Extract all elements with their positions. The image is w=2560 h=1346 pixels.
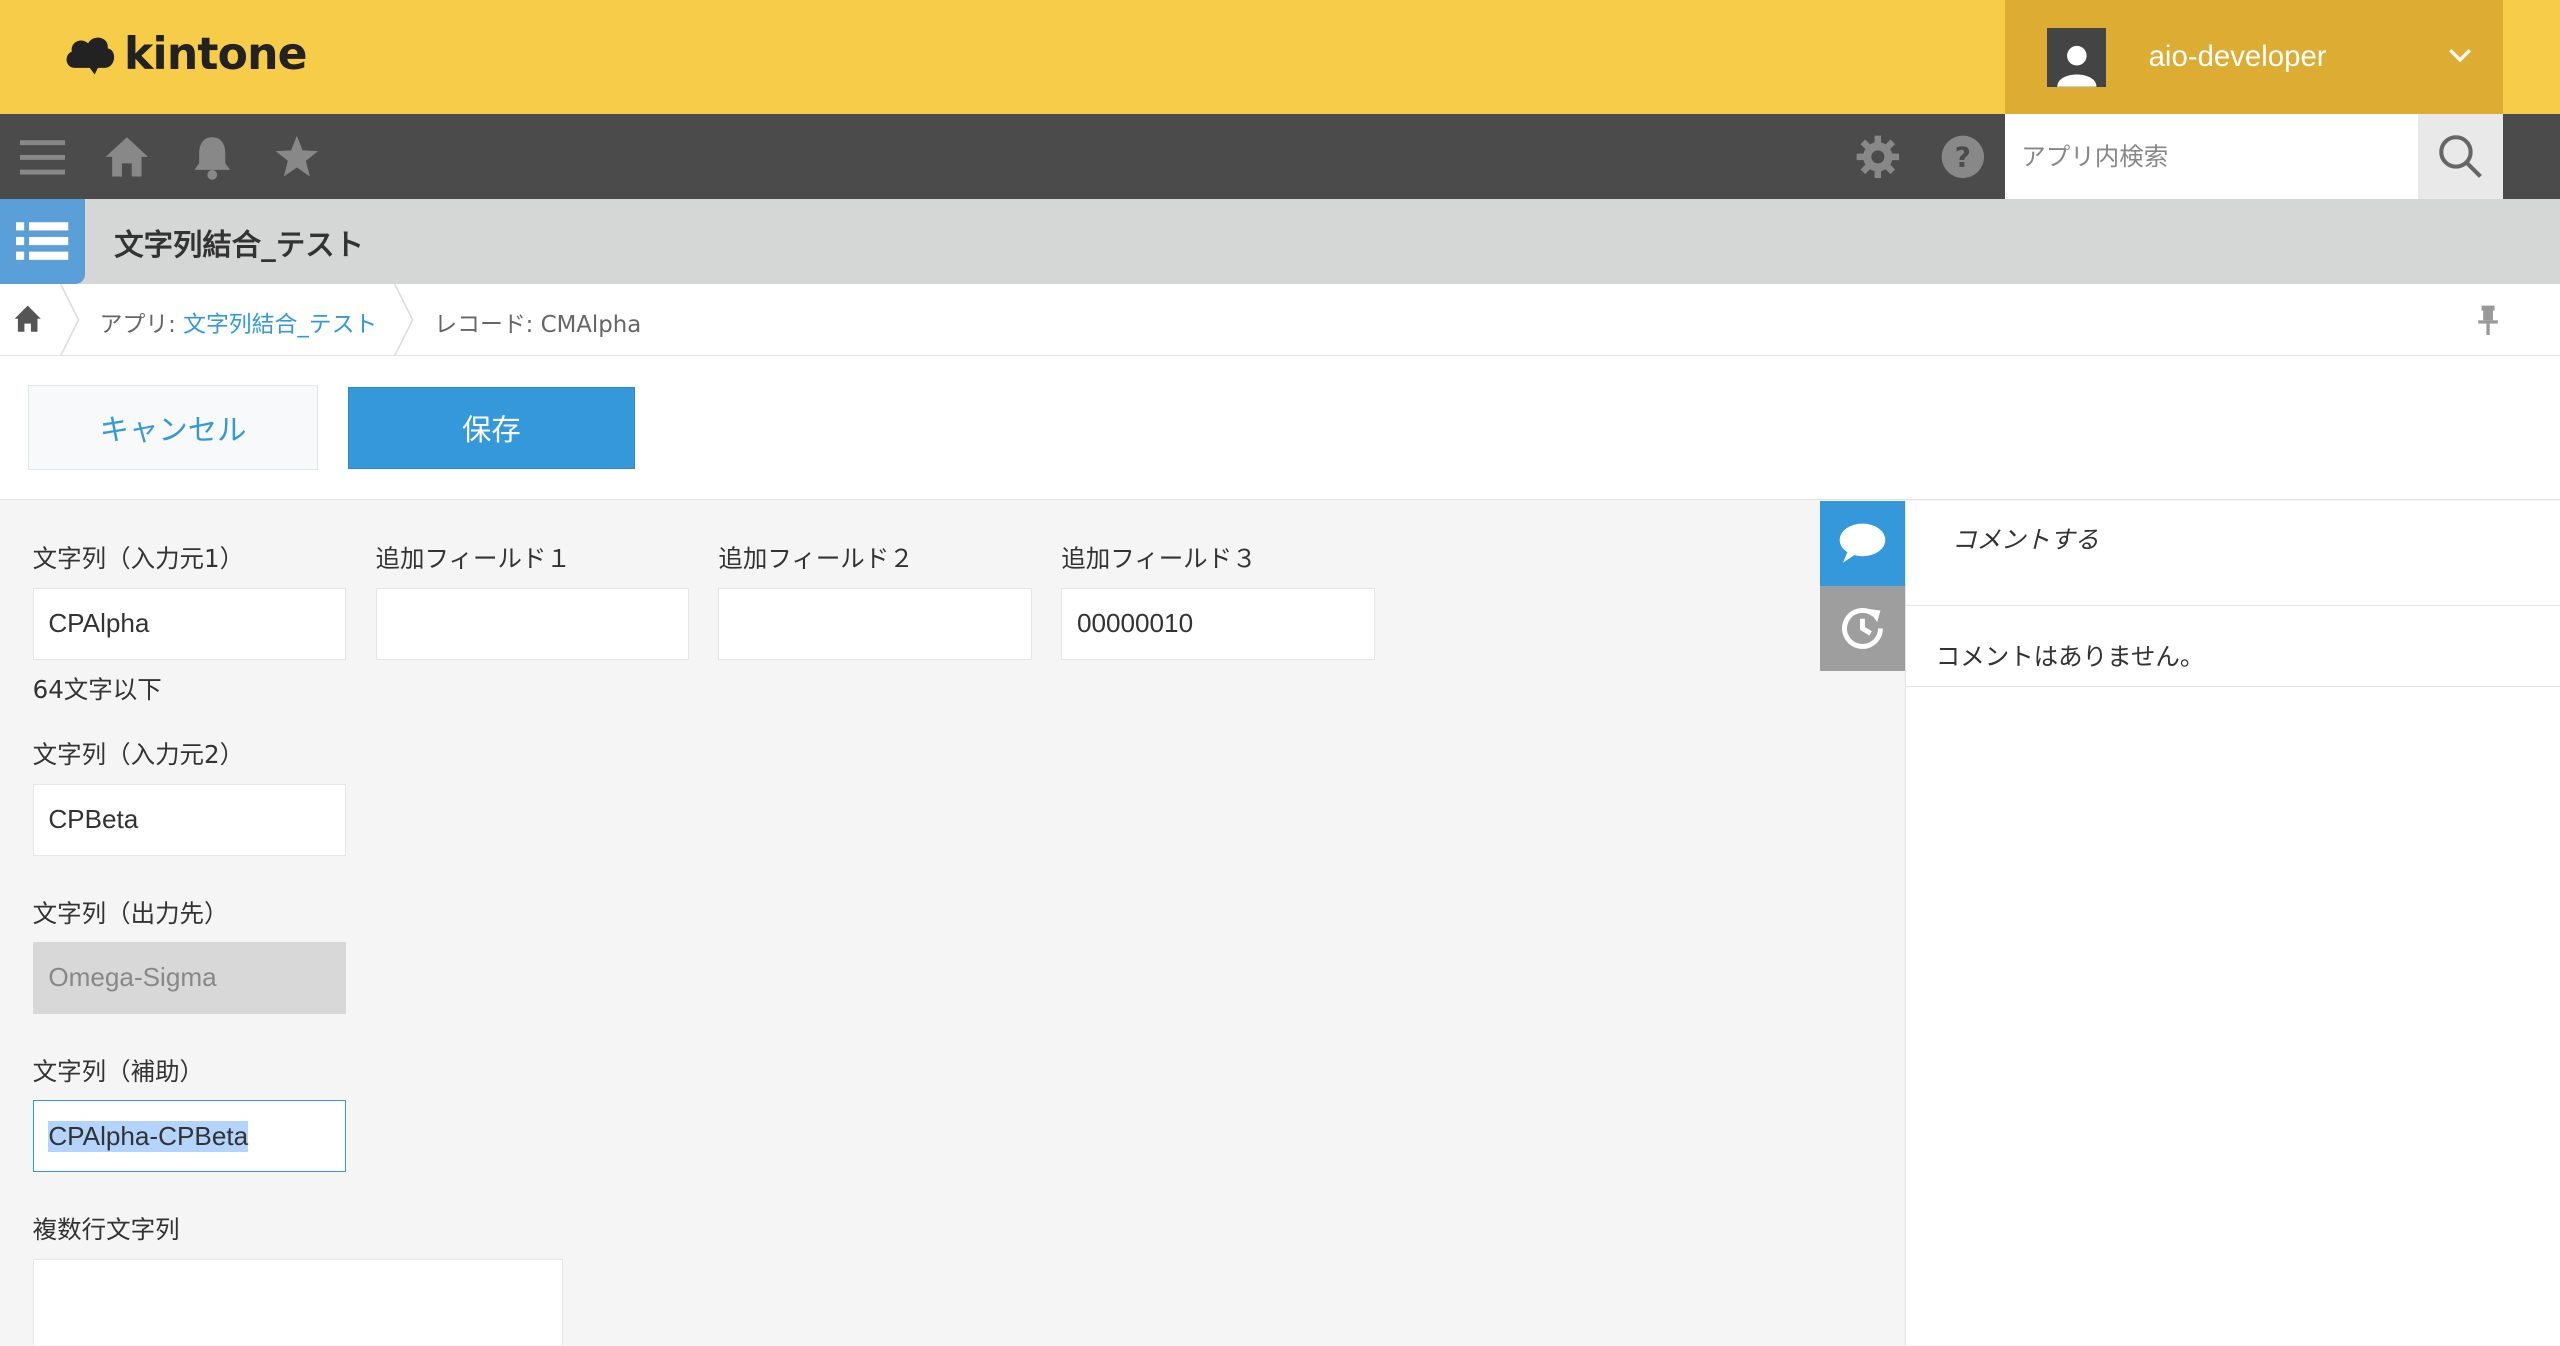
record-form: 文字列（入力元1） 64文字以下 追加フィールド１ 追加フィールド２ 追加フィー…	[0, 501, 1821, 1346]
search-button[interactable]	[2418, 114, 2503, 200]
star-icon[interactable]	[271, 131, 323, 183]
multiline-field[interactable]	[32, 1258, 564, 1346]
helper-field[interactable]: CPAlpha-CPBeta	[32, 1100, 347, 1173]
breadcrumb: アプリ: 文字列結合_テスト レコード: CMAlpha	[0, 284, 2560, 356]
save-button[interactable]: 保存	[347, 386, 636, 469]
field-label-extra3: 追加フィールド３	[1061, 544, 1257, 574]
home-icon[interactable]	[101, 131, 153, 183]
divider	[1906, 685, 2560, 688]
logo-text: kintone	[124, 29, 308, 81]
history-icon	[1842, 608, 1884, 649]
comments-panel: コメントする コメントはありません。	[1905, 501, 2560, 1346]
field-label-helper: 文字列（補助）	[32, 1057, 205, 1087]
field-hint-input1: 64文字以下	[32, 675, 162, 705]
cancel-button[interactable]: キャンセル	[27, 385, 319, 471]
comment-input[interactable]: コメントする	[1906, 501, 2560, 606]
field-label-output: 文字列（出力先）	[32, 898, 229, 928]
user-icon	[2057, 45, 2097, 87]
breadcrumb-record: レコード: CMAlpha	[434, 312, 642, 339]
user-menu[interactable]: aio-developer	[2004, 0, 2503, 115]
list-icon	[16, 222, 69, 260]
field-label-multiline: 複数行文字列	[32, 1215, 180, 1245]
breadcrumb-separator	[394, 284, 414, 356]
record-toolbar: キャンセル 保存	[0, 355, 2560, 500]
username: aio-developer	[2148, 40, 2327, 74]
input2-field[interactable]	[32, 783, 347, 856]
no-comments-text: コメントはありません。	[1935, 642, 2205, 672]
app-search-input[interactable]	[2004, 114, 2419, 200]
avatar	[2047, 27, 2107, 87]
pin-icon[interactable]	[2475, 304, 2501, 343]
breadcrumb-app-link[interactable]: 文字列結合_テスト	[183, 312, 377, 338]
gear-icon[interactable]	[1851, 131, 1903, 183]
tab-comments[interactable]	[1820, 501, 1906, 587]
field-label-extra1: 追加フィールド１	[375, 544, 571, 574]
extra3-field[interactable]	[1061, 587, 1375, 660]
helper-field-value: CPAlpha-CPBeta	[48, 1120, 249, 1152]
breadcrumb-app-prefix: アプリ:	[99, 312, 184, 339]
breadcrumb-separator	[59, 284, 80, 356]
help-icon[interactable]: ?	[1936, 131, 1988, 183]
cloud-logo-icon	[66, 37, 115, 75]
kintone-logo[interactable]: kintone	[62, 29, 308, 81]
home-icon	[14, 305, 41, 332]
sidebar-tabs	[1820, 501, 1906, 1346]
input1-field[interactable]	[32, 587, 347, 660]
extra2-field[interactable]	[718, 587, 1032, 660]
chevron-down-icon	[2449, 49, 2472, 63]
app-header	[0, 199, 2560, 285]
breadcrumb-app: アプリ: 文字列結合_テスト	[100, 305, 378, 339]
tab-history[interactable]	[1820, 586, 1906, 672]
breadcrumb-home[interactable]	[13, 304, 42, 339]
field-label-extra2: 追加フィールド２	[718, 544, 914, 574]
field-label-input2: 文字列（入力元2）	[32, 740, 245, 770]
top-bar: kintone aio-developer	[0, 0, 2560, 115]
app-title: 文字列結合_テスト	[114, 228, 364, 263]
search-icon	[2438, 135, 2482, 178]
app-icon[interactable]	[0, 199, 85, 285]
menu-icon[interactable]	[16, 131, 68, 183]
comment-placeholder: コメントする	[1952, 524, 2099, 554]
speech-bubble-icon	[1840, 524, 1886, 564]
extra1-field[interactable]	[375, 587, 689, 660]
svg-text:?: ?	[1954, 141, 1970, 174]
output-field	[32, 942, 347, 1014]
field-label-input1: 文字列（入力元1）	[32, 544, 245, 574]
bell-icon[interactable]	[186, 131, 238, 183]
